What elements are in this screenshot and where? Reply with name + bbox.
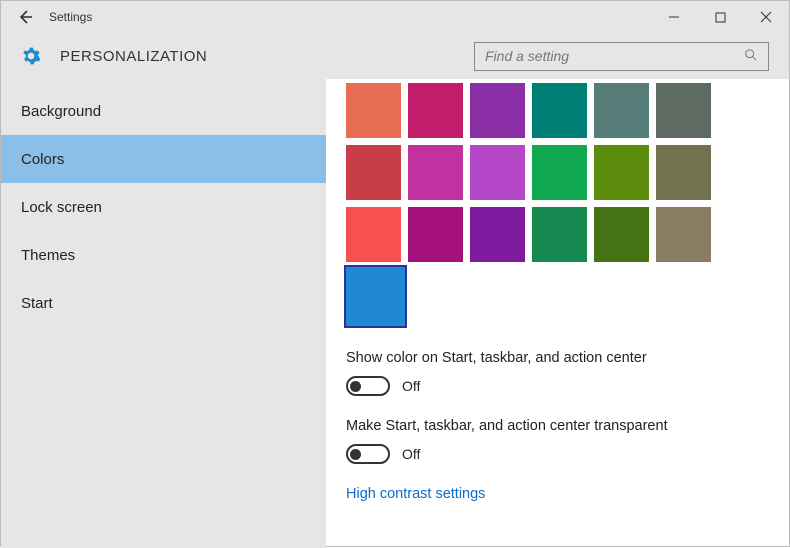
sub-header: PERSONALIZATION xyxy=(1,33,789,79)
setting-label-transparent: Make Start, taskbar, and action center t… xyxy=(346,418,789,434)
content-pane: Show color on Start, taskbar, and action… xyxy=(326,79,789,548)
sidebar: Background Colors Lock screen Themes Sta… xyxy=(1,79,326,548)
color-swatch-selected[interactable] xyxy=(346,267,405,326)
toggle-knob xyxy=(350,449,361,460)
toggle-knob xyxy=(350,381,361,392)
sidebar-item-label: Start xyxy=(21,295,53,312)
sidebar-item-label: Lock screen xyxy=(21,199,102,216)
close-icon xyxy=(760,11,772,23)
window-title: Settings xyxy=(49,10,92,24)
setting-label-show-color: Show color on Start, taskbar, and action… xyxy=(346,350,789,366)
sidebar-item-label: Colors xyxy=(21,151,64,168)
color-swatch[interactable] xyxy=(656,83,711,138)
color-swatch[interactable] xyxy=(408,145,463,200)
sidebar-item-start[interactable]: Start xyxy=(1,279,326,327)
sidebar-item-lock-screen[interactable]: Lock screen xyxy=(1,183,326,231)
sidebar-item-themes[interactable]: Themes xyxy=(1,231,326,279)
close-button[interactable] xyxy=(743,1,789,33)
toggle-show-color[interactable] xyxy=(346,376,390,396)
color-swatch-grid xyxy=(346,83,789,324)
color-swatch[interactable] xyxy=(346,207,401,262)
gear-icon xyxy=(21,46,41,66)
toggle-state-transparent: Off xyxy=(402,446,420,462)
color-swatch[interactable] xyxy=(656,207,711,262)
search-input[interactable] xyxy=(485,48,744,64)
color-swatch[interactable] xyxy=(532,83,587,138)
toggle-transparent[interactable] xyxy=(346,444,390,464)
sidebar-item-colors[interactable]: Colors xyxy=(1,135,326,183)
toggle-state-show-color: Off xyxy=(402,378,420,394)
back-arrow-icon xyxy=(17,9,33,25)
color-swatch[interactable] xyxy=(470,83,525,138)
color-swatch[interactable] xyxy=(408,83,463,138)
sidebar-item-background[interactable]: Background xyxy=(1,87,326,135)
color-swatch[interactable] xyxy=(408,207,463,262)
category-title: PERSONALIZATION xyxy=(60,48,207,65)
search-icon xyxy=(744,48,758,65)
maximize-icon xyxy=(715,12,726,23)
back-button[interactable] xyxy=(1,1,49,33)
sidebar-item-label: Themes xyxy=(21,247,75,264)
search-box[interactable] xyxy=(474,42,769,71)
color-swatch[interactable] xyxy=(594,207,649,262)
color-swatch[interactable] xyxy=(656,145,711,200)
color-swatch[interactable] xyxy=(346,83,401,138)
color-swatch[interactable] xyxy=(594,83,649,138)
maximize-button[interactable] xyxy=(697,1,743,33)
color-swatch[interactable] xyxy=(346,145,401,200)
sidebar-item-label: Background xyxy=(21,103,101,120)
minimize-button[interactable] xyxy=(651,1,697,33)
color-swatch[interactable] xyxy=(470,207,525,262)
title-bar: Settings xyxy=(1,1,789,33)
minimize-icon xyxy=(668,11,680,23)
color-swatch[interactable] xyxy=(532,207,587,262)
high-contrast-link[interactable]: High contrast settings xyxy=(346,486,789,502)
color-swatch[interactable] xyxy=(532,145,587,200)
color-swatch[interactable] xyxy=(594,145,649,200)
color-swatch[interactable] xyxy=(470,145,525,200)
